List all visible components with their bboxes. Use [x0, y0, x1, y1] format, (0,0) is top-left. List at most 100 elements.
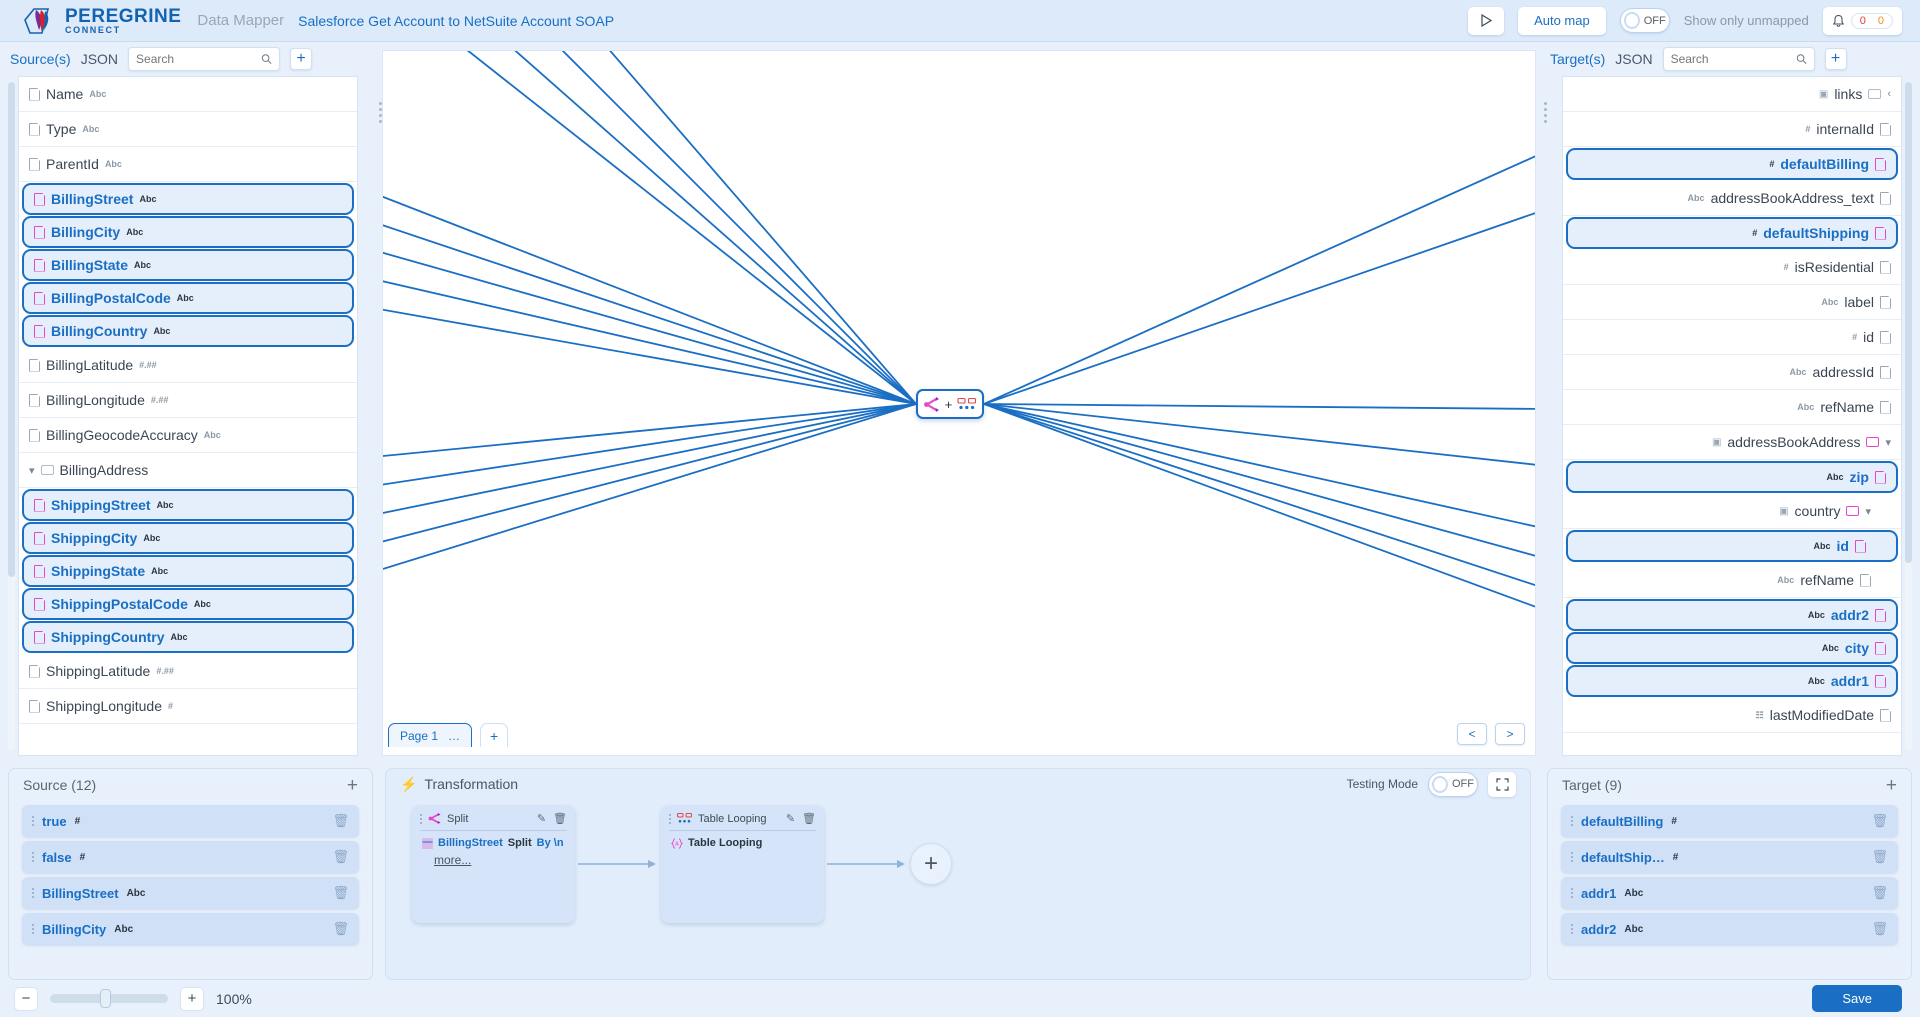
source-search-input[interactable]: [136, 52, 261, 66]
target-search-input[interactable]: [1670, 52, 1796, 66]
target-node[interactable]: # id: [1563, 320, 1901, 355]
bottom-target-item[interactable]: addr1 Abc 🗑: [1561, 877, 1898, 909]
page-tab-menu-icon[interactable]: …: [448, 729, 460, 743]
page-tab-1[interactable]: Page 1 …: [388, 723, 473, 747]
bottom-source-item[interactable]: false # 🗑: [22, 841, 359, 873]
mapping-link[interactable]: [983, 209, 1535, 405]
target-node[interactable]: Abc addressBookAddress_text: [1563, 181, 1901, 216]
testing-mode-toggle[interactable]: OFF: [1428, 771, 1478, 797]
bottom-target-add-button[interactable]: +: [1886, 776, 1897, 795]
transform-node[interactable]: +: [916, 389, 984, 419]
chip-drag-handle[interactable]: [32, 816, 34, 826]
zoom-slider[interactable]: [50, 989, 168, 1008]
split-card-more-link[interactable]: more...: [420, 849, 567, 867]
delete-icon[interactable]: 🗑: [553, 812, 567, 825]
mapping-link[interactable]: [593, 51, 917, 405]
notifications-button[interactable]: 0 0: [1822, 6, 1902, 35]
source-add-button[interactable]: +: [290, 48, 313, 70]
delete-icon[interactable]: 🗑: [332, 921, 349, 937]
mapping-link[interactable]: [983, 403, 1535, 410]
expand-transformation-button[interactable]: [1488, 771, 1516, 797]
chip-drag-handle[interactable]: [32, 888, 34, 898]
chevron-left-icon[interactable]: ‹: [1887, 88, 1891, 100]
target-node-mapped[interactable]: Abc addr1: [1566, 665, 1898, 697]
chip-drag-handle[interactable]: [1571, 816, 1573, 826]
chevron-down-icon[interactable]: ▾: [1885, 436, 1891, 449]
target-scrollbar-thumb[interactable]: [1905, 82, 1912, 564]
source-node-mapped[interactable]: ShippingCity Abc: [22, 522, 354, 554]
target-node[interactable]: Abc refName: [1563, 390, 1901, 425]
delete-icon[interactable]: 🗑: [332, 813, 349, 829]
target-node[interactable]: ▣ country ▾: [1563, 494, 1901, 529]
delete-icon[interactable]: 🗑: [332, 849, 349, 865]
card-drag-handle[interactable]: [420, 813, 422, 824]
zoom-slider-knob[interactable]: [100, 989, 111, 1008]
add-page-button[interactable]: +: [480, 723, 509, 747]
bottom-source-add-button[interactable]: +: [347, 776, 358, 795]
delete-icon[interactable]: 🗑: [332, 885, 349, 901]
auto-map-button[interactable]: Auto map: [1518, 6, 1606, 35]
target-search-box[interactable]: [1662, 47, 1815, 71]
target-node[interactable]: # internalId: [1563, 112, 1901, 147]
bottom-source-item[interactable]: BillingCity Abc 🗑: [22, 913, 359, 945]
target-node-mapped[interactable]: Abc city: [1566, 632, 1898, 664]
chip-drag-handle[interactable]: [1571, 852, 1573, 862]
zoom-out-button[interactable]: −: [14, 986, 38, 1011]
target-node[interactable]: ▣ links ‹: [1563, 77, 1901, 112]
target-node-mapped[interactable]: Abc addr2: [1566, 599, 1898, 631]
mapping-link[interactable]: [983, 403, 1535, 589]
source-node[interactable]: ParentId Abc: [19, 147, 357, 182]
source-scrollbar-thumb[interactable]: [8, 82, 15, 577]
mapping-link[interactable]: [493, 51, 917, 405]
card-drag-handle[interactable]: [669, 813, 671, 824]
source-node-mapped[interactable]: ShippingCountry Abc: [22, 621, 354, 653]
transformation-card-split[interactable]: Split ✎ 🗑 BillingStreet Split By \n more…: [412, 805, 575, 923]
target-node[interactable]: ▣ addressBookAddress ▾: [1563, 425, 1901, 460]
run-button[interactable]: [1468, 6, 1505, 35]
source-node-mapped[interactable]: BillingStreet Abc: [22, 183, 354, 215]
mapping-link[interactable]: [383, 193, 917, 405]
target-node[interactable]: ☷ lastModifiedDate: [1563, 698, 1901, 733]
show-unmapped-toggle[interactable]: OFF: [1619, 8, 1670, 33]
chip-drag-handle[interactable]: [1571, 888, 1573, 898]
mapping-link[interactable]: [383, 403, 917, 515]
delete-icon[interactable]: 🗑: [1871, 885, 1888, 901]
source-node[interactable]: BillingGeocodeAccuracy Abc: [19, 418, 357, 453]
chip-drag-handle[interactable]: [1571, 924, 1573, 934]
edit-icon[interactable]: ✎: [537, 812, 546, 825]
chevron-down-icon[interactable]: ▾: [29, 464, 35, 477]
mapping-link[interactable]: [983, 151, 1535, 405]
mapping-link[interactable]: [383, 403, 917, 457]
source-node-mapped[interactable]: BillingCountry Abc: [22, 315, 354, 347]
bottom-target-item[interactable]: addr2 Abc 🗑: [1561, 913, 1898, 945]
source-node-mapped[interactable]: BillingState Abc: [22, 249, 354, 281]
source-node-mapped[interactable]: ShippingStreet Abc: [22, 489, 354, 521]
mapping-link[interactable]: [443, 51, 917, 405]
mapping-link[interactable]: [383, 403, 917, 544]
bottom-source-item[interactable]: BillingStreet Abc 🗑: [22, 877, 359, 909]
chevron-down-icon[interactable]: ▾: [1865, 505, 1871, 518]
prev-page-button[interactable]: <: [1457, 723, 1487, 745]
source-node[interactable]: BillingLongitude #.##: [19, 383, 357, 418]
target-node-mapped[interactable]: Abc zip: [1566, 461, 1898, 493]
zoom-in-button[interactable]: +: [180, 986, 204, 1011]
bottom-target-item[interactable]: defaultBilling # 🗑: [1561, 805, 1898, 837]
source-search-box[interactable]: [128, 47, 281, 71]
source-node[interactable]: ShippingLongitude #: [19, 689, 357, 724]
source-node-mapped[interactable]: BillingPostalCode Abc: [22, 282, 354, 314]
source-node-mapped[interactable]: BillingCity Abc: [22, 216, 354, 248]
source-node[interactable]: Type Abc: [19, 112, 357, 147]
chip-drag-handle[interactable]: [32, 924, 34, 934]
target-node[interactable]: Abc refName: [1563, 563, 1901, 598]
delete-icon[interactable]: 🗑: [1871, 813, 1888, 829]
mapping-link[interactable]: [383, 403, 917, 486]
mapping-canvas[interactable]: + Page 1 … + < >: [382, 50, 1536, 756]
bottom-target-item[interactable]: defaultShip… # 🗑: [1561, 841, 1898, 873]
save-button[interactable]: Save: [1812, 985, 1902, 1012]
mapping-link[interactable]: [983, 403, 1535, 529]
target-panel-resizer[interactable]: [1543, 102, 1548, 123]
target-node[interactable]: # isResidential: [1563, 250, 1901, 285]
edit-icon[interactable]: ✎: [786, 812, 795, 825]
add-transformation-button[interactable]: +: [910, 843, 952, 885]
source-node[interactable]: Name Abc: [19, 77, 357, 112]
